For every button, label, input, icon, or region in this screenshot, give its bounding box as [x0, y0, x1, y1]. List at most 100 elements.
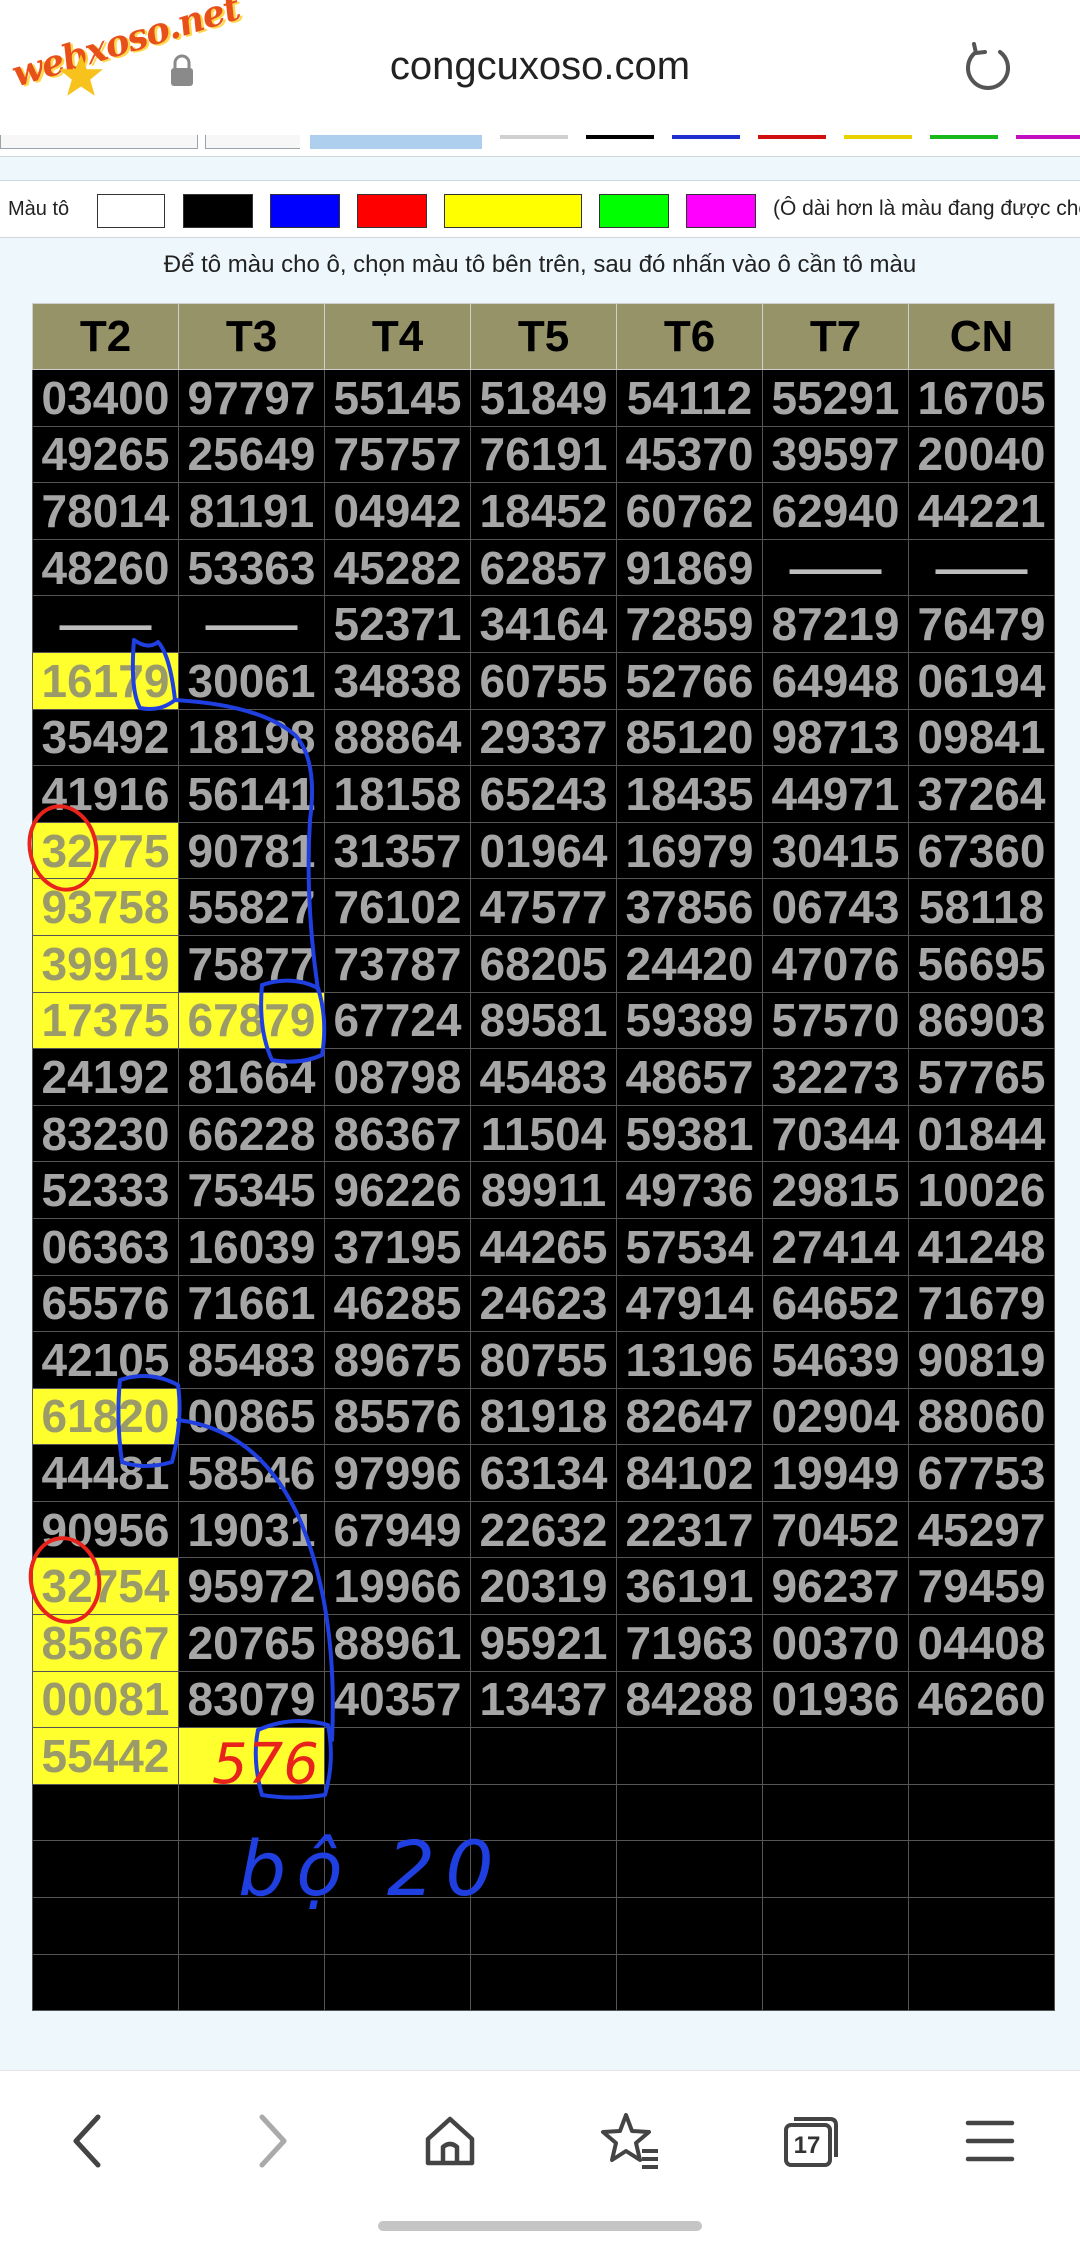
grid-cell[interactable] — [32, 1783, 179, 1842]
grid-cell[interactable] — [32, 1897, 179, 1955]
grid-cell[interactable]: 18198 — [178, 708, 325, 767]
grid-cell[interactable]: 19949 — [762, 1444, 909, 1502]
grid-cell[interactable] — [178, 1897, 325, 1955]
grid-cell[interactable]: 67949 — [324, 1500, 471, 1559]
color-swatch-white[interactable] — [97, 194, 165, 228]
grid-cell[interactable]: 76102 — [324, 878, 471, 936]
grid-cell[interactable]: 71661 — [178, 1274, 325, 1333]
color-strip-magenta[interactable] — [1016, 135, 1080, 139]
grid-cell[interactable]: 39597 — [762, 425, 909, 484]
back-button[interactable] — [48, 2101, 128, 2181]
grid-cell[interactable] — [324, 1727, 471, 1785]
grid-cell[interactable]: 67360 — [908, 821, 1055, 880]
grid-cell[interactable]: 89581 — [470, 991, 617, 1050]
grid-cell[interactable]: 18452 — [470, 482, 617, 540]
grid-cell[interactable]: 62940 — [762, 482, 909, 540]
grid-cell[interactable]: 56695 — [908, 934, 1055, 993]
grid-cell[interactable]: 61820 — [32, 1387, 179, 1446]
bookmarks-button[interactable] — [590, 2101, 670, 2181]
grid-cell[interactable]: 82647 — [616, 1387, 763, 1446]
grid-cell[interactable]: 96226 — [324, 1161, 471, 1219]
grid-cell[interactable]: 97996 — [324, 1444, 471, 1502]
grid-cell[interactable]: —— — [32, 595, 179, 653]
grid-cell[interactable]: 67724 — [324, 991, 471, 1050]
address-bar-url[interactable]: congcuxoso.com — [0, 44, 1080, 89]
grid-cell[interactable]: 81918 — [470, 1387, 617, 1446]
grid-cell[interactable]: 89911 — [470, 1161, 617, 1219]
grid-cell[interactable]: 22317 — [616, 1500, 763, 1559]
grid-cell[interactable]: 13196 — [616, 1331, 763, 1389]
grid-cell[interactable] — [470, 1783, 617, 1842]
grid-cell[interactable]: 88060 — [908, 1387, 1055, 1446]
grid-cell[interactable]: 44221 — [908, 482, 1055, 540]
color-swatch-red[interactable] — [357, 194, 427, 228]
grid-cell[interactable]: 16979 — [616, 821, 763, 880]
grid-cell[interactable]: 04408 — [908, 1614, 1055, 1672]
grid-cell[interactable] — [178, 1840, 325, 1899]
color-swatch-black[interactable] — [183, 194, 253, 228]
grid-cell[interactable] — [908, 1953, 1055, 2012]
grid-cell[interactable]: 86903 — [908, 991, 1055, 1050]
grid-cell[interactable]: 47577 — [470, 878, 617, 936]
grid-cell[interactable]: 10026 — [908, 1161, 1055, 1219]
grid-cell[interactable] — [178, 1727, 325, 1785]
grid-cell[interactable]: 34164 — [470, 595, 617, 653]
grid-cell[interactable]: 04942 — [324, 482, 471, 540]
grid-cell[interactable]: 96237 — [762, 1557, 909, 1616]
grid-cell[interactable]: 29815 — [762, 1161, 909, 1219]
grid-cell[interactable]: 57570 — [762, 991, 909, 1050]
grid-cell[interactable] — [762, 1840, 909, 1899]
grid-cell[interactable]: 11504 — [470, 1104, 617, 1163]
grid-cell[interactable]: 71679 — [908, 1274, 1055, 1333]
grid-cell[interactable]: 41248 — [908, 1217, 1055, 1276]
grid-cell[interactable]: 90819 — [908, 1331, 1055, 1389]
grid-cell[interactable]: 68205 — [470, 934, 617, 993]
grid-cell[interactable]: 80755 — [470, 1331, 617, 1389]
grid-cell[interactable]: 01936 — [762, 1670, 909, 1729]
grid-cell[interactable] — [616, 1897, 763, 1955]
grid-cell[interactable]: 81191 — [178, 482, 325, 540]
grid-cell[interactable] — [616, 1783, 763, 1842]
grid-cell[interactable] — [324, 1897, 471, 1955]
home-button[interactable] — [410, 2101, 490, 2181]
grid-cell[interactable]: 60762 — [616, 482, 763, 540]
grid-cell[interactable]: 85483 — [178, 1331, 325, 1389]
grid-cell[interactable]: 37264 — [908, 765, 1055, 823]
grid-cell[interactable]: 25649 — [178, 425, 325, 484]
grid-cell[interactable]: 95972 — [178, 1557, 325, 1616]
grid-cell[interactable]: 29337 — [470, 708, 617, 767]
grid-cell[interactable]: 18435 — [616, 765, 763, 823]
grid-cell[interactable]: 32775 — [32, 821, 179, 880]
grid-cell[interactable]: 06743 — [762, 878, 909, 936]
grid-cell[interactable]: 44481 — [32, 1444, 179, 1502]
color-strip-blue[interactable] — [672, 135, 740, 139]
grid-cell[interactable] — [908, 1897, 1055, 1955]
grid-cell[interactable] — [762, 1727, 909, 1785]
grid-cell[interactable]: 85576 — [324, 1387, 471, 1446]
grid-cell[interactable]: 13437 — [470, 1670, 617, 1729]
color-swatch-magenta[interactable] — [686, 194, 756, 228]
grid-cell[interactable] — [908, 1840, 1055, 1899]
grid-cell[interactable]: 20319 — [470, 1557, 617, 1616]
tabs-button[interactable]: 17 — [770, 2101, 850, 2181]
grid-cell[interactable]: 49736 — [616, 1161, 763, 1219]
color-strip-black[interactable] — [586, 135, 654, 139]
grid-cell[interactable] — [470, 1897, 617, 1955]
grid-cell[interactable]: 01964 — [470, 821, 617, 880]
grid-cell[interactable] — [324, 1953, 471, 2012]
grid-cell[interactable]: 16039 — [178, 1217, 325, 1276]
grid-cell[interactable]: 55442 — [32, 1727, 179, 1785]
color-strip-red[interactable] — [758, 135, 826, 139]
grid-cell[interactable] — [762, 1953, 909, 2012]
grid-cell[interactable]: 52766 — [616, 651, 763, 710]
grid-cell[interactable]: 93758 — [32, 878, 179, 936]
grid-cell[interactable]: 46260 — [908, 1670, 1055, 1729]
grid-cell[interactable] — [470, 1840, 617, 1899]
grid-cell[interactable]: 54639 — [762, 1331, 909, 1389]
grid-cell[interactable]: 37195 — [324, 1217, 471, 1276]
grid-cell[interactable]: 16705 — [908, 369, 1055, 427]
grid-cell[interactable]: 64948 — [762, 651, 909, 710]
grid-cell[interactable] — [470, 1953, 617, 2012]
grid-cell[interactable]: 98713 — [762, 708, 909, 767]
grid-cell[interactable]: 30061 — [178, 651, 325, 710]
